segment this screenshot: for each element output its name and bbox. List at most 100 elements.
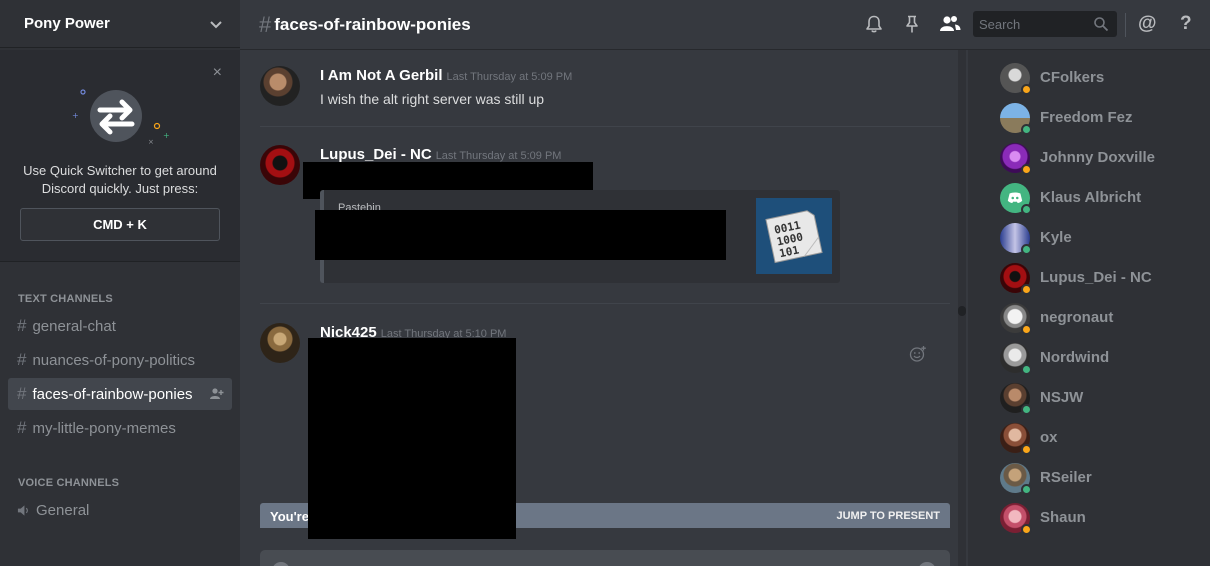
speaker-icon: [17, 504, 28, 516]
quick-switcher-illustration: + + ×: [72, 89, 170, 146]
chevron-down-icon[interactable]: [208, 16, 224, 32]
status-idle-icon: [1021, 324, 1032, 335]
channel-sidebar: Pony Power × + + × Use Quick Switcher to…: [0, 0, 240, 566]
mentions-icon[interactable]: @: [1138, 13, 1157, 35]
avatar[interactable]: [260, 145, 300, 185]
message-author[interactable]: Lupus_Dei - NC Last Thursday at 5:09 PM: [320, 146, 561, 163]
member-name: Freedom Fez: [1040, 109, 1133, 126]
svg-text:×: ×: [148, 138, 154, 146]
status-idle-icon: [1021, 164, 1032, 175]
avatar[interactable]: [260, 66, 300, 106]
hash-icon: #: [17, 418, 27, 437]
member-name: Kyle: [1040, 229, 1072, 246]
quick-switcher-tip: × + + × Use Quick Switcher to get around…: [0, 50, 240, 262]
channel-my-little-pony-memes[interactable]: # my-little-pony-memes: [8, 412, 232, 444]
shortcut-button[interactable]: CMD + K: [20, 208, 220, 241]
svg-text:+: +: [163, 131, 170, 140]
hash-icon: #: [17, 316, 27, 335]
member-item[interactable]: Shaun: [968, 498, 1210, 538]
status-online-icon: [1021, 204, 1032, 215]
scrollbar-thumb[interactable]: [958, 306, 966, 316]
message-divider: [260, 126, 950, 127]
status-idle-icon: [1021, 84, 1032, 95]
member-item[interactable]: Johnny Doxville: [968, 138, 1210, 178]
bell-icon[interactable]: [864, 14, 884, 34]
channel-header: # faces-of-rainbow-ponies @ ?: [240, 0, 1210, 50]
channel-label: my-little-pony-memes: [32, 419, 176, 437]
channel-label: General: [36, 501, 90, 519]
members-icon[interactable]: [938, 14, 962, 34]
status-online-icon: [1021, 364, 1032, 375]
member-name: Lupus_Dei - NC: [1040, 269, 1152, 286]
member-name: CFolkers: [1040, 69, 1105, 86]
member-list: CFolkers Freedom Fez Johnny Doxville Kla…: [968, 50, 1210, 566]
message-composer[interactable]: [260, 550, 950, 566]
channel-general-chat[interactable]: # general-chat: [8, 310, 232, 342]
member-item[interactable]: CFolkers: [968, 58, 1210, 98]
timestamp: Last Thursday at 5:09 PM: [446, 71, 573, 83]
member-name: RSeiler: [1040, 469, 1092, 486]
invite-user-icon[interactable]: [210, 387, 224, 401]
member-name: negronaut: [1040, 309, 1114, 326]
status-idle-icon: [1021, 524, 1032, 535]
member-item[interactable]: Klaus Albricht: [968, 178, 1210, 218]
author-name[interactable]: I Am Not A Gerbil: [320, 67, 443, 84]
member-item[interactable]: ox: [968, 418, 1210, 458]
status-idle-icon: [1021, 444, 1032, 455]
timestamp: Last Thursday at 5:09 PM: [435, 150, 562, 162]
voice-channels-category[interactable]: VOICE CHANNELS: [18, 477, 119, 489]
message-text: I wish the alt right server was still up: [320, 91, 545, 107]
jump-to-present-button[interactable]: JUMP TO PRESENT: [836, 510, 940, 522]
channel-faces-of-rainbow-ponies[interactable]: # faces-of-rainbow-ponies: [8, 378, 232, 410]
status-online-icon: [1021, 484, 1032, 495]
embed-thumbnail[interactable]: 0011 1000 101: [756, 198, 832, 274]
status-online-icon: [1021, 124, 1032, 135]
channel-nuances-of-pony-politics[interactable]: # nuances-of-pony-politics: [8, 344, 232, 376]
close-icon[interactable]: ×: [213, 64, 222, 82]
toolbar-divider: [1125, 13, 1126, 37]
quick-switcher-text: Use Quick Switcher to get around Discord…: [23, 163, 217, 196]
member-name: Shaun: [1040, 509, 1086, 526]
search-icon[interactable]: [1093, 16, 1109, 32]
add-reaction-icon[interactable]: [909, 345, 927, 363]
channel-label: faces-of-rainbow-ponies: [32, 385, 193, 403]
upload-icon[interactable]: [272, 562, 290, 566]
hash-icon: #: [259, 11, 272, 37]
member-name: Johnny Doxville: [1040, 149, 1156, 166]
member-item[interactable]: Lupus_Dei - NC: [968, 258, 1210, 298]
member-item[interactable]: NSJW: [968, 378, 1210, 418]
discord-logo-icon: [1007, 192, 1023, 203]
avatar[interactable]: [260, 323, 300, 363]
search-box[interactable]: [973, 11, 1117, 37]
text-channels-category[interactable]: TEXT CHANNELS: [18, 293, 113, 305]
pin-icon[interactable]: [902, 14, 922, 34]
status-online-icon: [1021, 244, 1032, 255]
server-name: Pony Power: [24, 15, 110, 32]
emoji-picker-icon[interactable]: [918, 562, 936, 566]
member-item[interactable]: negronaut: [968, 298, 1210, 338]
help-icon[interactable]: ?: [1180, 13, 1192, 35]
channel-label: nuances-of-pony-politics: [32, 351, 196, 369]
message-divider: [260, 303, 950, 304]
hash-icon: #: [17, 384, 27, 403]
member-item[interactable]: Kyle: [968, 218, 1210, 258]
server-header[interactable]: Pony Power: [0, 0, 240, 48]
member-name: Klaus Albricht: [1040, 189, 1142, 206]
status-online-icon: [1021, 404, 1032, 415]
status-idle-icon: [1021, 284, 1032, 295]
channel-label: general-chat: [32, 317, 116, 335]
redacted-block: [315, 210, 726, 260]
author-name[interactable]: Lupus_Dei - NC: [320, 146, 432, 163]
message-author[interactable]: I Am Not A Gerbil Last Thursday at 5:09 P…: [320, 67, 572, 84]
member-item[interactable]: Freedom Fez: [968, 98, 1210, 138]
member-item[interactable]: RSeiler: [968, 458, 1210, 498]
channel-title: faces-of-rainbow-ponies: [274, 14, 471, 34]
voice-channel-general[interactable]: General: [8, 494, 232, 526]
hash-icon: #: [17, 350, 27, 369]
member-name: Nordwind: [1040, 349, 1110, 366]
search-input[interactable]: [973, 11, 1083, 37]
svg-text:+: +: [72, 111, 79, 120]
older-messages-note: You're: [270, 509, 309, 524]
member-name: ox: [1040, 429, 1058, 446]
member-item[interactable]: Nordwind: [968, 338, 1210, 378]
